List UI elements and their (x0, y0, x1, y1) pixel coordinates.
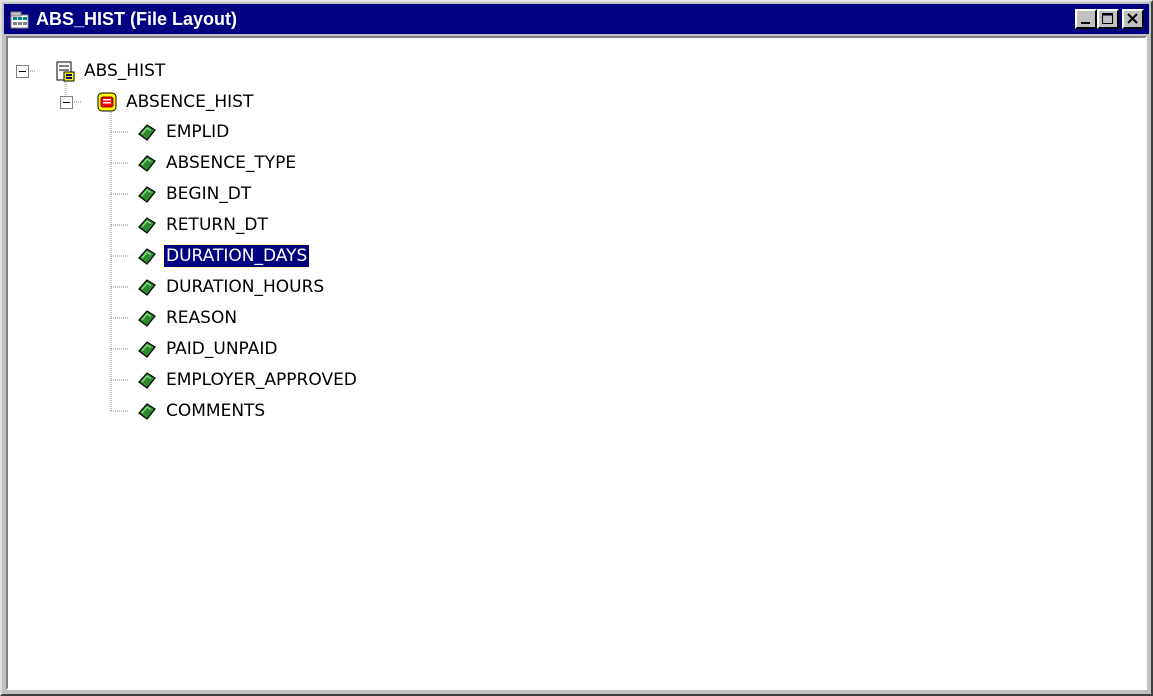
tree-node-record[interactable]: ABSENCE_HIST (96, 89, 255, 115)
tree-node-label: ABSENCE_TYPE (166, 153, 297, 173)
collapse-root-toggle[interactable] (16, 65, 29, 78)
tree-node-field[interactable]: PAID_UNPAID (136, 336, 279, 362)
field-icon (138, 279, 156, 296)
file-layout-app-icon (10, 11, 29, 29)
tree-node-field[interactable]: EMPLOYER_APPROVED (136, 367, 359, 393)
tree-node-field[interactable]: BEGIN_DT (136, 181, 253, 207)
file-layout-window: ABS_HIST (File Layout) ABS_HIST ABSENCE_… (0, 0, 1153, 696)
window-title: ABS_HIST (File Layout) (36, 9, 238, 29)
maximize-button[interactable] (1097, 9, 1119, 29)
tree-node-root[interactable]: ABS_HIST (54, 58, 167, 84)
tree-node-label: RETURN_DT (166, 215, 268, 235)
field-icon (138, 155, 156, 172)
tree-node-label: ABS_HIST (84, 61, 166, 81)
tree-node-label: REASON (166, 308, 238, 328)
field-icon (138, 372, 156, 389)
field-icon (138, 217, 156, 234)
tree-view[interactable]: ABS_HIST ABSENCE_HIST EMPLID ABSENCE_TYPE… (6, 36, 1147, 690)
tree-node-label: BEGIN_DT (166, 184, 252, 204)
record-icon (97, 92, 117, 112)
tree-node-field[interactable]: REASON (136, 305, 239, 331)
tree-node-field[interactable]: DURATION_HOURS (136, 274, 326, 300)
tree-node-label: DURATION_HOURS (166, 277, 325, 297)
tree-node-label: PAID_UNPAID (166, 339, 278, 359)
tree-node-label: EMPLID (166, 122, 230, 142)
tree-node-label: DURATION_DAYS (162, 244, 311, 268)
collapse-record-toggle[interactable] (60, 96, 73, 109)
tree-node-field[interactable]: COMMENTS (136, 398, 267, 424)
tree-node-field[interactable]: DURATION_DAYS (136, 243, 311, 269)
field-icon (138, 310, 156, 327)
field-icon (138, 403, 156, 420)
close-button[interactable] (1122, 9, 1144, 29)
tree-node-label: COMMENTS (166, 401, 266, 421)
close-icon (1127, 13, 1138, 24)
tree-node-field[interactable]: ABSENCE_TYPE (136, 150, 298, 176)
tree-node-field[interactable]: EMPLID (136, 119, 231, 145)
minimize-button[interactable] (1075, 9, 1097, 29)
field-icon (138, 341, 156, 358)
tree-node-label: EMPLOYER_APPROVED (166, 370, 357, 390)
file-layout-icon (56, 61, 75, 82)
maximize-icon (1102, 13, 1113, 24)
field-icon (138, 248, 156, 265)
field-icon (138, 186, 156, 203)
tree-node-label: ABSENCE_HIST (126, 92, 254, 112)
title-bar[interactable]: ABS_HIST (File Layout) (4, 4, 1149, 34)
tree-node-field[interactable]: RETURN_DT (136, 212, 270, 238)
field-icon (138, 124, 156, 141)
minimize-icon (1081, 22, 1090, 24)
